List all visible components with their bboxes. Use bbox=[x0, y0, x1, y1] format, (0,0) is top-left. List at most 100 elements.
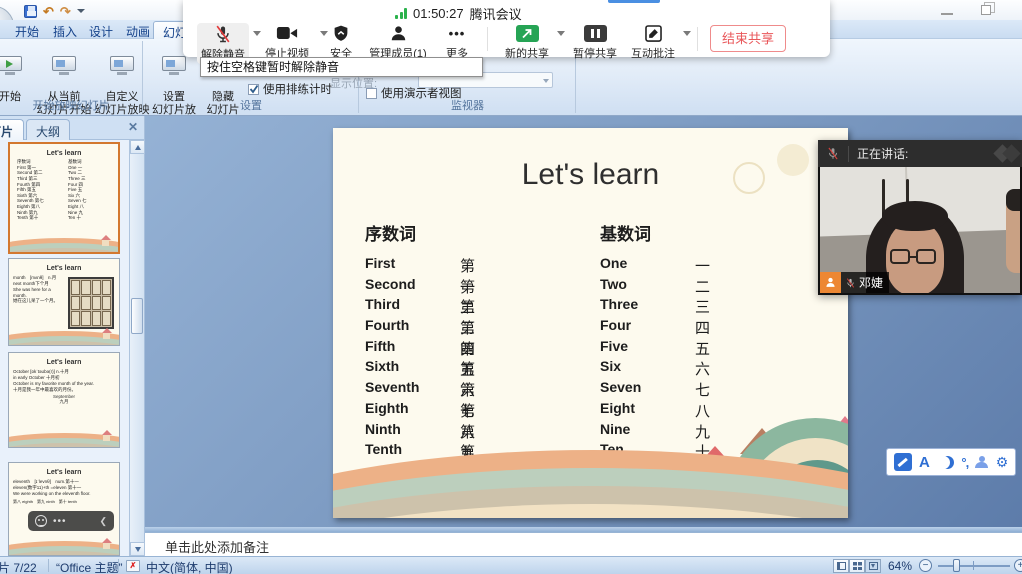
slideshow-play-icon bbox=[0, 56, 23, 77]
vocab-cn: 六 bbox=[695, 358, 710, 379]
vocab-row: Nine九 bbox=[600, 421, 651, 442]
thumb-text: eleventh [ɪˈlevnθ] num.第十一 eleven(数字11)+… bbox=[13, 479, 115, 497]
calendar-grid-image bbox=[68, 277, 114, 329]
rehearse-timings-checkbox[interactable]: 使用排练计时 bbox=[248, 81, 332, 97]
more-dots-icon[interactable]: ••• bbox=[53, 516, 67, 527]
save-icon[interactable] bbox=[24, 5, 37, 18]
slide-canvas[interactable]: Let's learn 序数词 First第一 Second第二 Third第三… bbox=[333, 128, 848, 518]
slide-thumbnail-current[interactable]: Let's learn 序数词 First 第一 Second 第二 Third… bbox=[8, 142, 120, 254]
divider bbox=[118, 559, 119, 572]
undo-icon[interactable]: ↶ bbox=[43, 5, 54, 18]
vocab-cn: 九 bbox=[695, 421, 710, 442]
minimize-icon bbox=[941, 6, 953, 15]
zoom-level: 64% bbox=[888, 559, 912, 573]
close-icon[interactable]: ✕ bbox=[128, 121, 138, 133]
vocab-row: Five五 bbox=[600, 338, 651, 359]
sidebar-tabs: 幻灯片 大纲 ✕ bbox=[0, 116, 144, 140]
normal-view-button[interactable] bbox=[833, 559, 849, 573]
manage-members-button[interactable]: 管理成员(1) bbox=[365, 23, 431, 61]
share-screen-icon bbox=[501, 23, 553, 43]
vocab-en: Five bbox=[600, 338, 628, 354]
more-button[interactable]: ••• 更多 bbox=[441, 23, 473, 61]
pause-share-button[interactable]: 暂停共享 bbox=[569, 23, 621, 61]
redo-icon[interactable]: ↷ bbox=[60, 5, 71, 18]
vocab-cn: 七 bbox=[695, 379, 710, 400]
vocab-row: Six六 bbox=[600, 358, 651, 379]
mic-muted-tiny-icon bbox=[845, 277, 856, 289]
second-person bbox=[1006, 195, 1020, 273]
slide-thumbnail[interactable]: Let's learn eleventh [ɪˈlevnθ] num.第十一 e… bbox=[8, 462, 120, 556]
vocab-row: Two二 bbox=[600, 276, 651, 297]
tab-home[interactable]: 开始 bbox=[6, 21, 48, 39]
new-share-button[interactable]: 新的共享 bbox=[501, 23, 553, 61]
annotate-options-caret[interactable] bbox=[683, 31, 691, 36]
vocab-cn: 四 bbox=[695, 317, 710, 338]
collapse-chevron-icon[interactable]: ❮ bbox=[99, 516, 107, 527]
annotate-button[interactable]: 互动批注 bbox=[627, 23, 679, 61]
vocab-row: First第一 bbox=[365, 255, 419, 276]
spellcheck-icon[interactable]: ✗ bbox=[126, 560, 140, 572]
restore-button[interactable] bbox=[981, 5, 991, 15]
vocab-en: Fourth bbox=[365, 317, 409, 333]
customize-qat-icon[interactable] bbox=[77, 9, 85, 13]
reaction-mini-bar[interactable]: ••• ❮ bbox=[28, 511, 114, 531]
vocab-en: Nine bbox=[600, 421, 630, 437]
ime-logo-icon[interactable] bbox=[894, 453, 912, 471]
zoom-in-button[interactable]: + bbox=[1014, 559, 1022, 572]
input-method-bar: A °, ⚙ bbox=[886, 448, 1016, 476]
pause-icon bbox=[569, 23, 621, 43]
vocab-en: One bbox=[600, 255, 627, 271]
webcam-panel[interactable]: 正在讲话: bbox=[818, 140, 1022, 295]
cardinals-header: 基数词 bbox=[600, 220, 651, 245]
sidebar-tab-outline[interactable]: 大纲 bbox=[26, 119, 70, 140]
minimize-button[interactable] bbox=[941, 6, 953, 15]
security-button[interactable]: 安全 bbox=[330, 23, 352, 61]
ime-settings-gear-icon[interactable]: ⚙ bbox=[996, 454, 1009, 471]
share-options-caret[interactable] bbox=[557, 31, 565, 36]
sidebar-tab-slides[interactable]: 幻灯片 bbox=[0, 119, 24, 140]
scroll-down-button[interactable] bbox=[130, 542, 145, 556]
slide-thumbnail[interactable]: Let's learn month [mʌnθ] n.月 next month下… bbox=[8, 258, 120, 346]
video-options-caret[interactable] bbox=[320, 31, 328, 36]
slide-thumbnail[interactable]: Let's learn October [ɒkˈtəʊbə(r)] n.十月 i… bbox=[8, 352, 120, 448]
mute-tooltip: 按住空格键暂时解除静音 bbox=[200, 57, 483, 77]
person-icon bbox=[365, 23, 431, 43]
stop-video-button[interactable]: 停止视频 bbox=[265, 23, 309, 61]
cardinals-column: 基数词 One一 Two二 Three三 Four四 Five五 Six六 Se… bbox=[600, 220, 651, 462]
tab-design[interactable]: 设计 bbox=[80, 21, 122, 39]
group-label-monitor: 监视器 bbox=[360, 97, 575, 113]
status-bar: 幻灯片 7/22 “Office 主题” ✗ 中文(简体, 中国) 64% − … bbox=[0, 556, 1022, 574]
zoom-slider-thumb[interactable] bbox=[953, 559, 960, 572]
notes-pane[interactable]: 单击此处添加备注 bbox=[145, 532, 1022, 556]
ime-fullwidth-moon-icon[interactable] bbox=[937, 456, 950, 469]
thumb-waves-decoration bbox=[9, 327, 119, 345]
from-beginning-button[interactable]: 开始 bbox=[0, 43, 32, 104]
sidebar-scrollbar[interactable] bbox=[129, 140, 144, 556]
mic-options-caret[interactable] bbox=[253, 31, 261, 36]
thumb-footer: 第八 eighth 第九 ninth 第十 tenth bbox=[13, 499, 115, 505]
scrollbar-thumb[interactable] bbox=[131, 298, 143, 334]
ime-language-mode-icon[interactable]: A bbox=[919, 454, 930, 471]
person-fringe bbox=[882, 201, 948, 231]
slideshow-view-button[interactable] bbox=[865, 559, 881, 573]
slide-sorter-icon bbox=[853, 562, 862, 570]
smiley-icon[interactable] bbox=[35, 515, 47, 527]
scroll-up-button[interactable] bbox=[130, 140, 145, 154]
zoom-out-button[interactable]: − bbox=[919, 559, 932, 572]
language-indicator: 中文(简体, 中国) bbox=[146, 559, 233, 574]
ime-account-icon[interactable] bbox=[975, 456, 988, 469]
divider bbox=[848, 146, 849, 162]
ime-punctuation-icon[interactable]: °, bbox=[961, 455, 968, 470]
screen: ↶ ↷ 开始 插入 设计 动画 幻灯片放映 开始 从当前 幻灯片开始 自定义 幻… bbox=[0, 0, 1022, 574]
vocab-row: Seven七 bbox=[600, 379, 651, 400]
vocab-row: Fifth第五 bbox=[365, 338, 419, 359]
drag-handle[interactable] bbox=[608, 0, 660, 3]
end-share-button[interactable]: 结束共享 bbox=[710, 25, 786, 52]
vocab-cn: 五 bbox=[695, 338, 710, 359]
toolbar-divider bbox=[487, 27, 488, 51]
speaking-label: 正在讲话: bbox=[857, 145, 908, 162]
slide-sorter-button[interactable] bbox=[849, 559, 865, 573]
zoom-slider-track[interactable] bbox=[938, 565, 1010, 567]
thumb-title: Let's learn bbox=[9, 359, 119, 366]
vocab-en: Second bbox=[365, 276, 416, 292]
